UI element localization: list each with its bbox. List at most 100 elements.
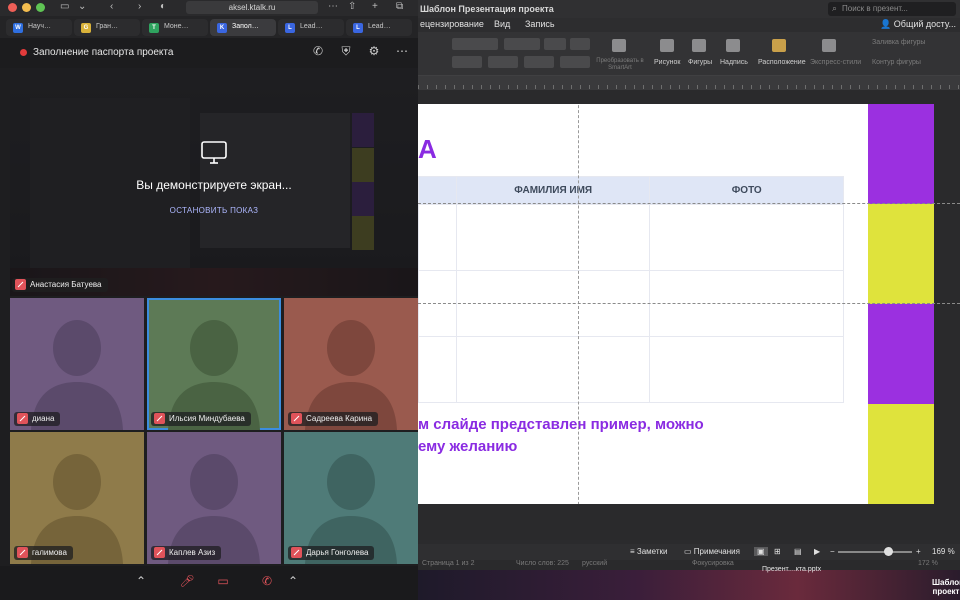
table-header-cell[interactable]: ФОТО bbox=[649, 176, 844, 205]
slide-caption-line: м слайде представлен пример, можно bbox=[418, 416, 704, 433]
slide-sorter-icon[interactable]: ⊞ bbox=[774, 547, 781, 556]
participant-tile[interactable]: Ильсия Миндубаева bbox=[147, 298, 281, 430]
reading-view-icon[interactable]: ▤ bbox=[794, 547, 802, 556]
ppt-search-input[interactable]: ⌕ Поиск в презент... bbox=[828, 2, 956, 16]
phone-icon[interactable]: ✆ bbox=[310, 44, 326, 60]
slide-color-blocks[interactable] bbox=[868, 104, 934, 506]
arrange-label[interactable]: Расположение bbox=[758, 59, 806, 66]
menu-review[interactable]: ецензирование bbox=[420, 19, 484, 29]
browser-tab[interactable]: W Науч… bbox=[6, 19, 72, 36]
participant-tile[interactable]: Садреева Карина bbox=[284, 298, 418, 430]
shield-icon[interactable]: ◐ bbox=[160, 1, 166, 12]
participant-name-badge: Дарья Гонголева bbox=[288, 546, 375, 560]
zoom-slider-knob[interactable] bbox=[884, 547, 893, 556]
table-header-cell[interactable] bbox=[418, 176, 457, 205]
format-button[interactable] bbox=[524, 56, 554, 68]
mic-off-icon bbox=[17, 547, 28, 558]
shapes-icon[interactable] bbox=[692, 39, 706, 52]
close-window-button[interactable] bbox=[8, 3, 17, 12]
desktop-file-label[interactable]: Презент....кта.pptx bbox=[762, 566, 821, 573]
picture-label[interactable]: Рисунок bbox=[654, 59, 680, 66]
notes-button[interactable]: ≡ Заметки bbox=[630, 547, 668, 556]
table-cell[interactable] bbox=[455, 336, 651, 403]
new-tab-icon[interactable]: + bbox=[372, 1, 378, 12]
normal-view-icon[interactable]: ▣ bbox=[754, 547, 768, 556]
back-icon[interactable]: ‹ bbox=[110, 1, 113, 12]
arrange-icon[interactable] bbox=[772, 39, 786, 52]
quick-styles-label[interactable]: Экспресс-стили bbox=[810, 59, 861, 66]
table-cell[interactable] bbox=[418, 336, 457, 403]
format-dropdown[interactable] bbox=[544, 38, 566, 50]
zoom-out-icon[interactable]: − bbox=[830, 547, 835, 556]
forward-icon[interactable]: › bbox=[138, 1, 141, 12]
sidebar-icon[interactable]: ▭ bbox=[60, 1, 69, 12]
browser-tab[interactable]: T Моне… bbox=[142, 19, 208, 36]
format-button[interactable] bbox=[488, 56, 518, 68]
mic-off-icon bbox=[154, 413, 165, 424]
slide-title[interactable]: А bbox=[418, 134, 437, 165]
minimize-window-button[interactable] bbox=[22, 3, 31, 12]
zoom-in-icon[interactable]: + bbox=[916, 547, 921, 556]
format-button[interactable] bbox=[452, 56, 482, 68]
browser-tab[interactable]: L Lead… bbox=[346, 19, 412, 36]
share-icon[interactable]: ⇧ bbox=[348, 1, 356, 12]
desktop-wallpaper bbox=[418, 570, 960, 600]
zoom-level[interactable]: 169 % bbox=[932, 547, 955, 556]
more-icon[interactable]: ⋯ bbox=[328, 1, 338, 12]
zoom-slider[interactable] bbox=[838, 551, 912, 553]
gear-icon[interactable]: ⚙ bbox=[366, 44, 382, 60]
picture-icon[interactable] bbox=[660, 39, 674, 52]
camera-off-icon[interactable]: ▭ bbox=[212, 574, 234, 594]
format-dropdown[interactable] bbox=[570, 38, 590, 50]
table-header-row: ФАМИЛИЯ ИМЯ ФОТО bbox=[418, 176, 844, 205]
quick-styles-icon[interactable] bbox=[822, 39, 836, 52]
chevron-down-icon[interactable]: ⌄ bbox=[78, 1, 86, 12]
more-options-icon[interactable]: ⋯ bbox=[394, 44, 410, 60]
slideshow-icon[interactable]: ▶ bbox=[814, 547, 820, 556]
table-cell[interactable] bbox=[418, 204, 457, 271]
table-row bbox=[418, 336, 844, 403]
slide-table[interactable]: ФАМИЛИЯ ИМЯ ФОТО bbox=[418, 176, 844, 403]
address-url: aksel.ktalk.ru bbox=[228, 3, 276, 12]
share-button[interactable]: 👤 Общий досту... bbox=[880, 19, 956, 30]
tab-overview-icon[interactable]: ⧉ bbox=[396, 1, 403, 12]
shield-check-icon[interactable]: ⛨ bbox=[338, 44, 354, 60]
table-cell[interactable] bbox=[649, 336, 844, 403]
participant-tile[interactable]: диана bbox=[10, 298, 144, 430]
textbox-icon[interactable] bbox=[726, 39, 740, 52]
tab-favicon-icon: G bbox=[81, 23, 91, 33]
format-button[interactable] bbox=[560, 56, 590, 68]
shape-outline-button[interactable]: Контур фигуры bbox=[872, 59, 921, 66]
slide-caption[interactable]: м слайде представлен пример, можно ему ж… bbox=[418, 414, 818, 458]
participant-tile[interactable]: Дарья Гонголева bbox=[284, 432, 418, 564]
shape-fill-button[interactable]: Заливка фигуры bbox=[872, 39, 925, 46]
browser-tab[interactable]: G Гран… bbox=[74, 19, 140, 36]
desktop-file-icon[interactable]: Шаблон проект bbox=[932, 578, 960, 596]
smartart-icon[interactable] bbox=[612, 39, 626, 52]
address-bar[interactable]: aksel.ktalk.ru bbox=[186, 1, 318, 14]
comments-button[interactable]: ▭ Примечания bbox=[684, 547, 740, 556]
menu-view[interactable]: Вид bbox=[494, 19, 510, 29]
mic-off-icon bbox=[291, 547, 302, 558]
participant-tile[interactable]: Каплев Азиз bbox=[147, 432, 281, 564]
table-cell[interactable] bbox=[455, 204, 651, 271]
browser-tab[interactable]: K Запол… bbox=[210, 19, 276, 36]
browser-tab[interactable]: L Lead… bbox=[278, 19, 344, 36]
color-block bbox=[868, 104, 934, 204]
stop-sharing-button[interactable]: ОСТАНОВИТЬ ПОКАЗ bbox=[10, 206, 418, 215]
menu-record[interactable]: Запись bbox=[525, 19, 555, 29]
textbox-label[interactable]: Надпись bbox=[720, 59, 748, 66]
slide[interactable]: А ФАМИЛИЯ ИМЯ ФОТО м слайде представлен … bbox=[418, 104, 934, 504]
alignment-guide bbox=[578, 104, 579, 504]
table-header-cell[interactable]: ФАМИЛИЯ ИМЯ bbox=[455, 176, 651, 205]
end-call-icon[interactable]: ✆ bbox=[256, 574, 278, 594]
shapes-label[interactable]: Фигуры bbox=[688, 59, 712, 66]
mic-off-icon[interactable]: 🎤︎ bbox=[176, 574, 198, 594]
table-cell[interactable] bbox=[649, 204, 844, 271]
font-size-dropdown[interactable] bbox=[504, 38, 540, 50]
maximize-window-button[interactable] bbox=[36, 3, 45, 12]
font-dropdown[interactable] bbox=[452, 38, 498, 50]
chevron-up-icon[interactable]: ⌃ bbox=[282, 574, 304, 594]
participant-tile[interactable]: галимова bbox=[10, 432, 144, 564]
chevron-up-icon[interactable]: ⌃ bbox=[130, 574, 152, 594]
